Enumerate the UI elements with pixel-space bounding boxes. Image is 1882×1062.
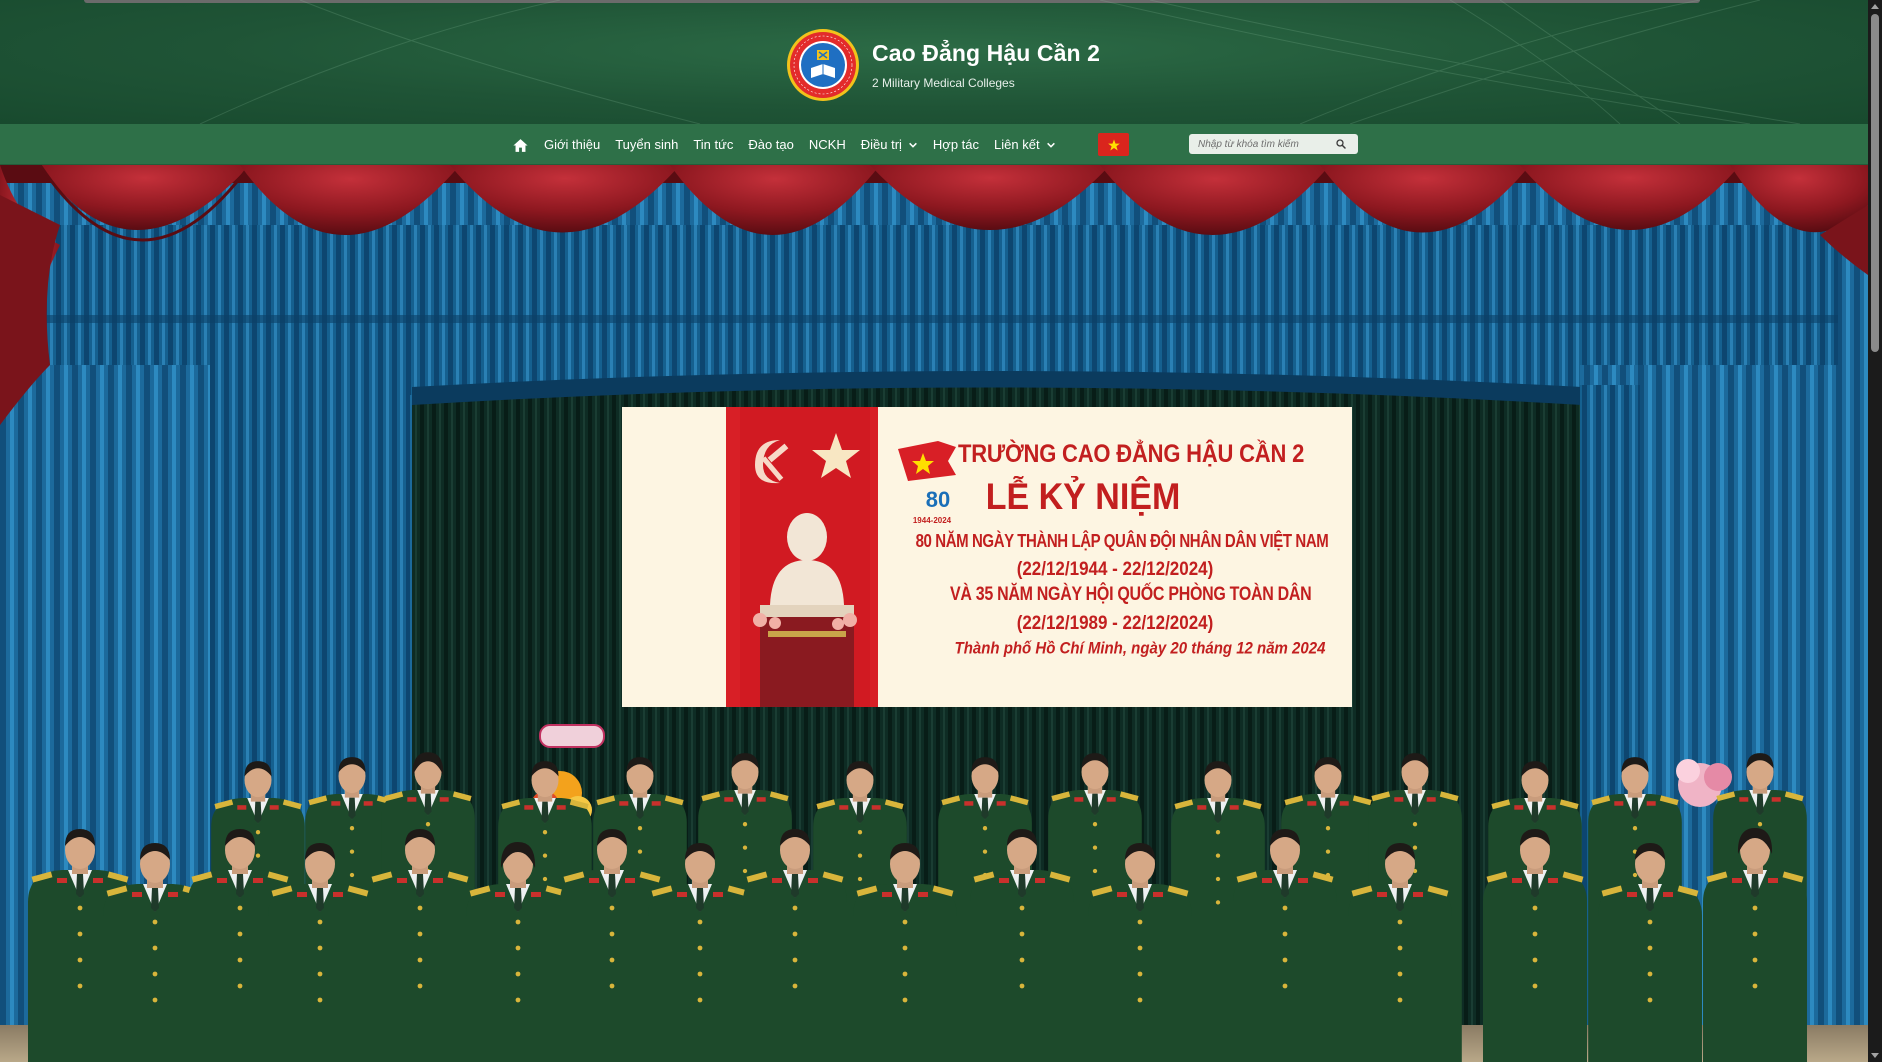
search-icon[interactable] [1335,138,1347,150]
nav-item-label: Tuyển sinh [615,137,679,152]
chevron-down-icon [1046,142,1055,148]
site-subtitle: 2 Military Medical Colleges [872,76,1015,90]
badge-years: 1944-2024 [912,516,952,525]
nav-item-0[interactable]: Giới thiệu [544,137,600,152]
banner-event-title: LỄ KỶ NIỆM [985,476,1181,518]
nav-item-label: Điều trị [860,137,902,152]
brand[interactable]: Cao Đẳng Hậu Cần 2 2 Military Medical Co… [786,28,1100,102]
nav-item-label: NCKH [808,137,846,152]
nav-item-label: Giới thiệu [544,137,601,152]
banner-line-1: 80 NĂM NGÀY THÀNH LẬP QUÂN ĐỘI NHÂN DÂN … [915,531,1329,552]
home-icon[interactable] [512,137,529,154]
nav-item-5[interactable]: Điều trị [861,137,918,152]
nav-item-label: Hợp tác [932,137,980,152]
ceremony-photo [0,165,1868,1062]
nav-item-1[interactable]: Tuyển sinh [615,137,678,152]
nav-item-6[interactable]: Hợp tác [933,137,979,152]
banner-line-3: VÀ 35 NĂM NGÀY HỘI QUỐC PHÒNG TOÀN DÂN [950,584,1312,605]
nav-item-label: Đào tạo [748,137,794,152]
nav-item-2[interactable]: Tin tức [693,137,733,152]
nav-item-label: Liên kết [994,137,1040,152]
scroll-down-arrow-icon[interactable] [1871,1053,1879,1058]
site-title[interactable]: Cao Đẳng Hậu Cần 2 [872,39,1100,67]
banner-school-name: TRƯỜNG CAO ĐẲNG HẬU CẦN 2 [958,439,1305,468]
college-emblem-icon[interactable] [786,28,860,102]
badge-number: 80 [925,487,951,512]
nav-menu: Giới thiệu Tuyển sinh Tin tức Đào tạo NCKH Đi… [512,124,1071,165]
scroll-up-arrow-icon[interactable] [1871,4,1879,9]
banner-line-4: (22/12/1989 - 22/12/2024) [1016,611,1214,634]
search-box [1189,134,1358,154]
search-input[interactable] [1189,134,1329,154]
scrollbar-thumb[interactable] [1871,14,1879,352]
vietnam-flag-icon [1107,138,1120,150]
chevron-down-icon [909,142,917,148]
nav-item-3[interactable]: Đào tạo [748,137,794,152]
hero-photo: TRƯỜNG CAO ĐẲNG HẬU CẦN 2 LỄ KỶ NIỆM 80 … [0,165,1868,1062]
main-nav: Giới thiệu Tuyển sinh Tin tức Đào tạo NCKH Đi… [0,124,1868,165]
site-header: Cao Đẳng Hậu Cần 2 2 Military Medical Co… [0,0,1868,124]
page-scrollbar[interactable] [1868,0,1882,1062]
banner-line-5: Thành phố Hồ Chí Minh, ngày 20 tháng 12 … [954,639,1326,658]
nav-item-7[interactable]: Liên kết [994,137,1056,152]
nav-item-label: Tin tức [693,137,734,152]
banner-line-2: (22/12/1944 - 22/12/2024) [1016,557,1214,580]
language-vi-button[interactable] [1098,133,1129,156]
nav-item-4[interactable]: NCKH [809,137,846,152]
